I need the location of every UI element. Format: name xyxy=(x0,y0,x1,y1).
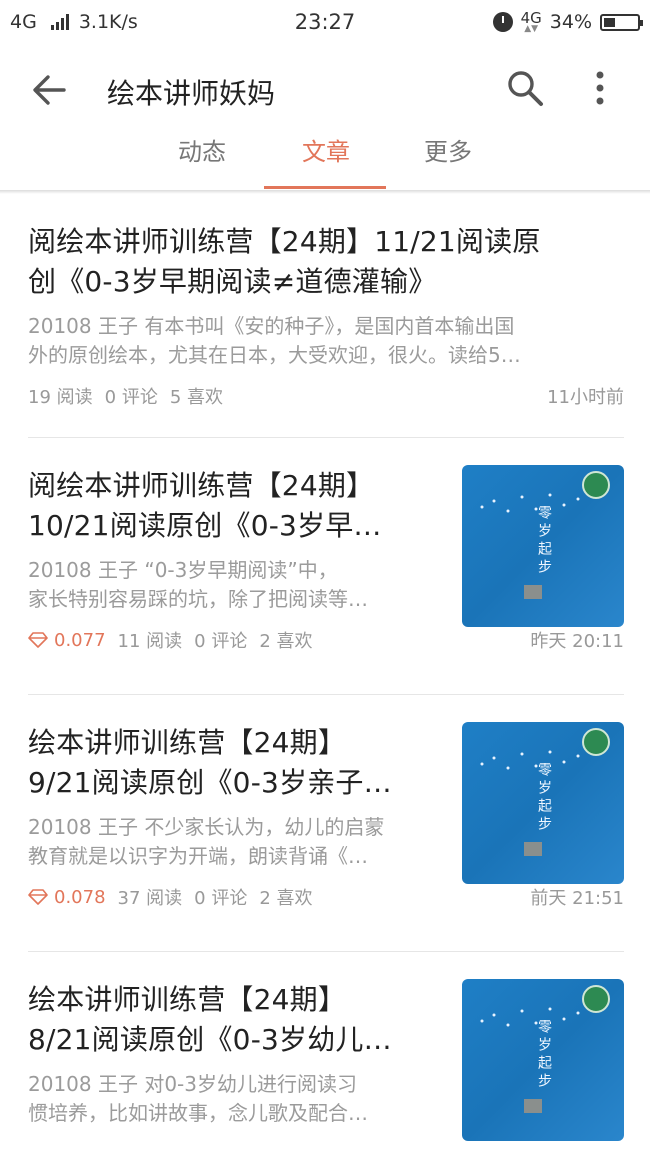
article-summary: 20108 王子 对0-3岁幼儿进行阅读习 惯培养，比如讲故事，念儿歌及配合… xyxy=(28,1072,368,1125)
divider xyxy=(28,951,624,952)
like-count: 2 喜欢 xyxy=(259,888,313,909)
reward-amount: 0.077 xyxy=(28,630,106,651)
like-count: 5 喜欢 xyxy=(169,387,224,408)
reward-amount: 0.078 xyxy=(28,887,106,908)
tab-more[interactable]: 更多 xyxy=(386,132,510,167)
divider xyxy=(28,437,624,438)
diamond-icon xyxy=(28,632,48,648)
article-item[interactable]: 绘本讲师训练营【24期】 8/21阅读原创《0-3岁幼儿… 20108 王子 对… xyxy=(28,979,624,1141)
article-meta: 0.078 37 阅读 0 评论 2 喜欢 前天 21:51 xyxy=(28,885,624,909)
article-thumbnail: 零岁起步 xyxy=(462,465,624,627)
sparkle-decoration xyxy=(480,1007,580,1027)
book-cover-title: 零岁起步 xyxy=(536,762,552,834)
tab-articles[interactable]: 文章 xyxy=(264,132,388,167)
article-meta: 19 阅读 0 评论 5 喜欢 11小时前 xyxy=(28,384,624,408)
article-title: 阅绘本讲师训练营【24期】11/21阅读原 创《0-3岁早期阅读≠道德灌输》 xyxy=(28,225,541,298)
sparkle-decoration xyxy=(480,750,580,770)
emblem-icon xyxy=(582,985,610,1013)
app-header: 绘本讲师妖妈 xyxy=(0,44,650,134)
emblem-icon xyxy=(582,471,610,499)
article-summary: 20108 王子 有本书叫《安的种子》，是国内首本输出国 外的原创绘本，尤其在日… xyxy=(28,314,521,367)
publish-time: 昨天 20:11 xyxy=(530,631,624,652)
article-thumbnail: 零岁起步 xyxy=(462,979,624,1141)
sparkle-decoration xyxy=(480,493,580,513)
more-options-icon[interactable] xyxy=(588,68,612,108)
page-title: 绘本讲师妖妈 xyxy=(107,77,276,110)
article-item[interactable]: 阅绘本讲师训练营【24期】 10/21阅读原创《0-3岁早… 20108 王子 … xyxy=(28,465,624,652)
diamond-icon xyxy=(28,889,48,905)
article-summary: 20108 王子 不少家长认为，幼儿的启蒙 教育就是以识字为开端，朗读背诵《… xyxy=(28,815,385,868)
search-icon[interactable] xyxy=(505,68,545,108)
article-title: 绘本讲师训练营【24期】 8/21阅读原创《0-3岁幼儿… xyxy=(28,983,392,1056)
read-count: 11 阅读 xyxy=(117,631,183,652)
article-item[interactable]: 阅绘本讲师训练营【24期】11/21阅读原 创《0-3岁早期阅读≠道德灌输》 2… xyxy=(28,222,624,408)
tab-dynamics[interactable]: 动态 xyxy=(140,132,264,167)
tab-bar: 动态 文章 更多 xyxy=(0,126,650,190)
article-title: 绘本讲师训练营【24期】 9/21阅读原创《0-3岁亲子… xyxy=(28,726,392,799)
article-meta: 0.077 11 阅读 0 评论 2 喜欢 昨天 20:11 xyxy=(28,628,624,652)
publish-time: 11小时前 xyxy=(547,387,624,408)
article-title: 阅绘本讲师训练营【24期】 10/21阅读原创《0-3岁早… xyxy=(28,469,382,542)
comment-count: 0 评论 xyxy=(194,888,248,909)
publish-time: 前天 21:51 xyxy=(530,888,624,909)
like-count: 2 喜欢 xyxy=(259,631,313,652)
article-thumbnail: 零岁起步 xyxy=(462,722,624,884)
status-bar: 4G 3.1K/s 23:27 4G ▲▼ 34% xyxy=(0,0,650,44)
book-cover-title: 零岁起步 xyxy=(536,505,552,577)
back-arrow-icon[interactable] xyxy=(30,72,70,108)
comment-count: 0 评论 xyxy=(194,631,248,652)
article-summary: 20108 王子 “0-3岁早期阅读”中， 家长特别容易踩的坑，除了把阅读等… xyxy=(28,558,368,611)
emblem-icon xyxy=(582,728,610,756)
read-count: 19 阅读 xyxy=(28,387,93,408)
read-count: 37 阅读 xyxy=(117,888,183,909)
comment-count: 0 评论 xyxy=(104,387,158,408)
status-time: 23:27 xyxy=(294,10,356,34)
battery-icon xyxy=(600,13,643,31)
article-item[interactable]: 绘本讲师训练营【24期】 9/21阅读原创《0-3岁亲子… 20108 王子 不… xyxy=(28,722,624,909)
alarm-icon xyxy=(492,12,513,32)
book-cover-title: 零岁起步 xyxy=(536,1019,552,1091)
active-tab-indicator xyxy=(264,186,386,189)
divider xyxy=(28,694,624,695)
